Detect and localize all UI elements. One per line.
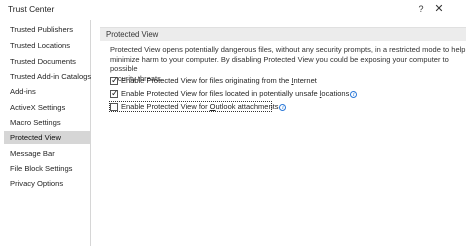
sidebar-item-trusted-publishers[interactable]: Trusted Publishers [4,23,90,36]
description-line: Protected View opens potentially dangero… [110,45,466,54]
sidebar-item-add-ins[interactable]: Add-ins [4,85,90,98]
sidebar-item-trusted-documents[interactable]: Trusted Documents [4,55,90,68]
close-button[interactable]: ✕ [432,2,446,16]
outlook-attachments-checkbox[interactable] [110,103,118,111]
description-line: minimize harm to your computer. By disab… [110,54,449,74]
info-icon[interactable]: i [350,91,358,98]
outlook-attachments-label[interactable]: Enable Protected View for Outlook attach… [121,102,287,111]
internet-files-label[interactable]: Enable Protected View for files originat… [121,76,317,85]
help-button[interactable]: ? [414,2,428,16]
checkmark-icon: ✓ [111,88,119,98]
checkmark-icon: ✓ [111,75,119,85]
info-icon[interactable]: i [279,104,287,111]
sidebar-item-trusted-locations[interactable]: Trusted Locations [4,39,90,52]
section-header: Protected View [100,27,466,41]
sidebar-item-file-block-settings[interactable]: File Block Settings [4,162,90,175]
title-bar: Trust Center ? ✕ [0,0,474,20]
sidebar-item-privacy-options[interactable]: Privacy Options [4,177,90,190]
sidebar-item-activex-settings[interactable]: ActiveX Settings [4,101,90,114]
window-title: Trust Center [8,4,55,14]
sidebar-item-trusted-add-in-catalogs[interactable]: Trusted Add-in Catalogs [4,70,91,83]
sidebar-item-protected-view[interactable]: Protected View [4,131,90,144]
main-panel: Protected View Protected View opens pote… [100,20,474,246]
unsafe-locations-checkbox[interactable]: ✓ [110,88,119,98]
section-title: Protected View [106,30,159,39]
sidebar-item-message-bar[interactable]: Message Bar [4,147,90,160]
sidebar: Trusted Publishers Trusted Locations Tru… [4,20,91,246]
internet-files-checkbox[interactable]: ✓ [110,75,119,85]
sidebar-item-macro-settings[interactable]: Macro Settings [4,116,90,129]
unsafe-locations-label[interactable]: Enable Protected View for files located … [121,89,358,98]
